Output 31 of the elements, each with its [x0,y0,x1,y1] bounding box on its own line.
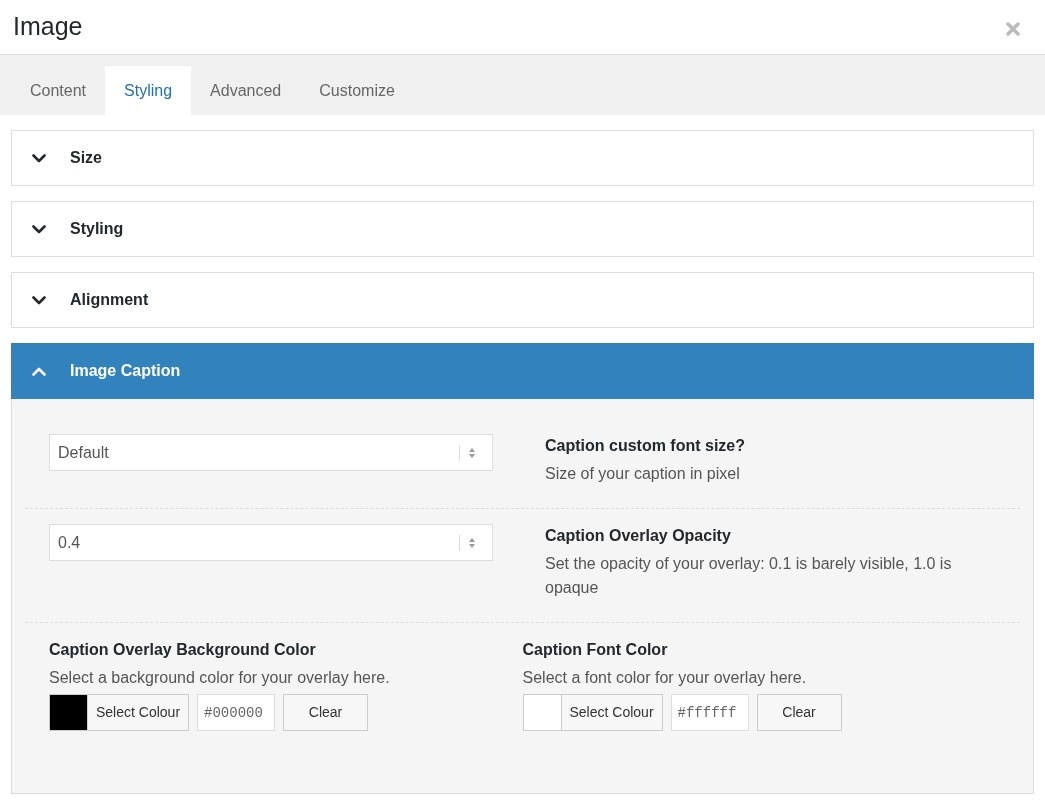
section-header[interactable]: Image Caption [11,343,1034,399]
section-header[interactable]: Alignment [11,272,1034,328]
hex-input-field[interactable]: #000000 [197,694,276,731]
field-description: Set the opacity of your overlay: 0.1 is barely visible, 1.0 is opaque [545,554,953,598]
field-label: Caption Overlay Background Color [49,640,317,660]
select-field[interactable]: Default [49,434,493,471]
field-label: Caption Overlay Opacity [545,526,732,546]
clear-button[interactable]: Clear [283,694,369,731]
window-title: Image [13,11,83,43]
chevron-up-icon [32,366,46,376]
sort-arrows-icon [468,536,476,549]
select-field[interactable]: 0.4 [49,524,493,561]
tab[interactable]: Advanced [191,66,301,115]
select-colour-button[interactable]: Select Colour [49,694,190,731]
tab[interactable]: Content [11,66,106,115]
chevron-down-icon [32,224,46,234]
field-description: Size of your caption in pixel [545,464,741,484]
tab[interactable]: Styling [105,66,192,115]
chevron-down-icon [32,295,46,305]
clear-button[interactable]: Clear [756,694,842,731]
field-label: Caption Font Color [522,640,669,660]
hex-input-field[interactable]: #ffffff [670,694,749,731]
field-label: Caption custom font size? [545,436,745,456]
section-header[interactable]: Styling [11,201,1034,257]
field-description: Select a background color for your overlay here. [49,668,391,688]
select-colour-button[interactable]: Select Colour [522,694,663,731]
chevron-down-icon [32,153,46,163]
section-header[interactable]: Size [11,130,1034,186]
sort-arrows-icon [468,446,476,459]
tab[interactable]: Customize [300,66,414,115]
field-description: Select a font color for your overlay here. [522,668,808,688]
